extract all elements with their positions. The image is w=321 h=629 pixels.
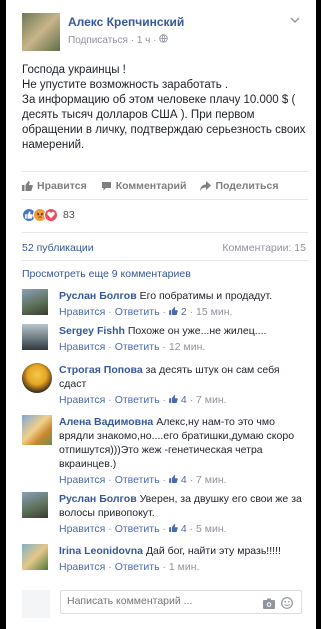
smiley-icon[interactable] [281, 596, 293, 609]
comment-time[interactable]: 12 мин. [169, 341, 205, 353]
author-name[interactable]: Алекс Крепчинский [68, 15, 184, 29]
comment-like-link[interactable]: Нравится [59, 523, 105, 535]
comment-icon [101, 181, 112, 191]
commenter-avatar[interactable] [22, 492, 48, 518]
comment-body: Руслан Болгов Уверен, за двушку его свои… [59, 492, 304, 536]
comment-composer[interactable] [60, 590, 302, 614]
comment-text: Дай бог, найти эту мразь!!!!! [145, 545, 281, 557]
subscribe-link[interactable]: Подписаться [68, 35, 128, 46]
comment-text: Его побратимы и продадут. [139, 290, 273, 302]
divider [22, 260, 308, 261]
post-header: Алекс Крепчинский Подписаться · 1 ч · [22, 13, 308, 53]
comment-actions: Нравится · Ответить · 4 · 7 мин. [59, 474, 227, 486]
comment-actions: Нравится · Ответить · 1 мин. [59, 561, 200, 573]
comment-reply-link[interactable]: Ответить [115, 341, 160, 353]
post-time[interactable]: 1 ч [137, 35, 151, 46]
comment-like-count[interactable]: 2 [181, 306, 187, 318]
comment-actions: Нравится · Ответить · 12 мин. [59, 341, 206, 353]
love-reaction-icon [44, 208, 58, 222]
comment-reply-link[interactable]: Ответить [115, 394, 160, 406]
comment-like-link[interactable]: Нравится [59, 561, 105, 573]
reaction-summary[interactable]: 83 [22, 207, 75, 223]
post-text-line: За информацию об этом человеке плачу 10.… [22, 94, 309, 151]
commenter-avatar[interactable] [22, 289, 48, 315]
comment-body: Строгая Попова за десять штук он сам себ… [59, 363, 304, 407]
comment-actions: Нравится · Ответить · 4 · 5 мин. [59, 523, 227, 535]
comment-like-count[interactable]: 4 [181, 394, 187, 406]
commenter-avatar[interactable] [22, 415, 52, 445]
comment-like-link[interactable]: Нравится [59, 394, 105, 406]
comment-reply-link[interactable]: Ответить [115, 561, 160, 573]
commenter-avatar[interactable] [22, 324, 48, 350]
post-text: Господа украинцы ! Не упустите возможнос… [22, 63, 312, 153]
comment-actions: Нравится · Ответить · 2 · 15 мин. [59, 306, 233, 318]
post-meta: Подписаться · 1 ч · [68, 34, 168, 46]
comment-like-link[interactable]: Нравится [59, 474, 105, 486]
comments-count[interactable]: Комментарии: 15 [222, 242, 306, 254]
commenter-name[interactable]: Строгая Попова [59, 364, 143, 376]
comment-like-count[interactable]: 4 [181, 474, 187, 486]
comment-time[interactable]: 7 мин. [196, 474, 227, 486]
commenter-name[interactable]: Алена Вадимовна [59, 416, 153, 428]
comment-body: Алена Вадимовна Алекс,ну нам-то это чмо … [59, 415, 304, 487]
comment-time[interactable]: 15 мин. [196, 306, 232, 318]
chevron-down-icon[interactable] [290, 15, 300, 27]
divider [22, 199, 308, 200]
commenter-name[interactable]: Sergey Fishh [59, 325, 125, 337]
post-text-line: Не упустите возможность заработать . [22, 79, 229, 91]
post-text-line: Господа украинцы ! [22, 64, 126, 76]
comment-body: Irina Leonidovna Дай бог, найти эту мраз… [59, 544, 304, 574]
comment-input[interactable] [67, 595, 247, 607]
divider [22, 232, 308, 233]
view-more-comments-link[interactable]: Просмотреть еще 9 комментариев [22, 268, 191, 280]
comment-like-link[interactable]: Нравится [59, 341, 105, 353]
divider [22, 171, 308, 172]
globe-icon [159, 34, 168, 46]
comment-reply-link[interactable]: Ответить [115, 306, 160, 318]
comment-body: Руслан Болгов Его побратимы и продадут. … [59, 289, 304, 319]
current-user-avatar [22, 590, 50, 618]
commenter-name[interactable]: Руслан Болгов [59, 493, 137, 505]
comment-body: Sergey Fishh Похоже он уже...не жилец...… [59, 324, 304, 354]
share-icon [200, 181, 212, 191]
share-label: Поделиться [215, 180, 279, 192]
comment-time[interactable]: 7 мин. [196, 394, 227, 406]
thumbs-up-icon [169, 474, 181, 486]
commenter-avatar[interactable] [22, 363, 52, 393]
comment-text: Похоже он уже...не жилец.... [127, 325, 267, 337]
post-card: Алекс Крепчинский Подписаться · 1 ч · Го… [6, 0, 316, 629]
author-avatar[interactable] [22, 13, 60, 51]
commenter-name[interactable]: Руслан Болгов [59, 290, 137, 302]
comment-button[interactable]: Комментарий [101, 178, 187, 194]
thumbs-up-icon [169, 394, 181, 406]
commenter-name[interactable]: Irina Leonidovna [59, 545, 143, 557]
comment-actions: Нравится · Ответить · 4 · 7 мин. [59, 394, 227, 406]
comment-time[interactable]: 1 мин. [169, 561, 200, 573]
commenter-avatar[interactable] [22, 544, 48, 570]
comment-reply-link[interactable]: Ответить [115, 523, 160, 535]
comment-like-count[interactable]: 4 [181, 523, 187, 535]
comment-like-link[interactable]: Нравится [59, 306, 105, 318]
like-label: Нравится [37, 180, 87, 192]
shares-count[interactable]: 52 публикации [22, 242, 94, 254]
camera-icon[interactable] [263, 596, 275, 609]
comment-time[interactable]: 5 мин. [196, 523, 227, 535]
reaction-count: 83 [63, 209, 75, 221]
comment-label: Комментарий [115, 180, 187, 192]
comment-reply-link[interactable]: Ответить [115, 474, 160, 486]
post-stats: 52 публикации Комментарии: 15 [22, 242, 306, 254]
like-button[interactable]: Нравится [22, 178, 87, 194]
thumbs-up-icon [169, 523, 181, 535]
thumbs-up-icon [169, 306, 181, 318]
share-button[interactable]: Поделиться [200, 178, 278, 194]
thumbs-up-icon [22, 181, 33, 191]
post-actions: Нравится Комментарий Поделиться [22, 178, 304, 194]
